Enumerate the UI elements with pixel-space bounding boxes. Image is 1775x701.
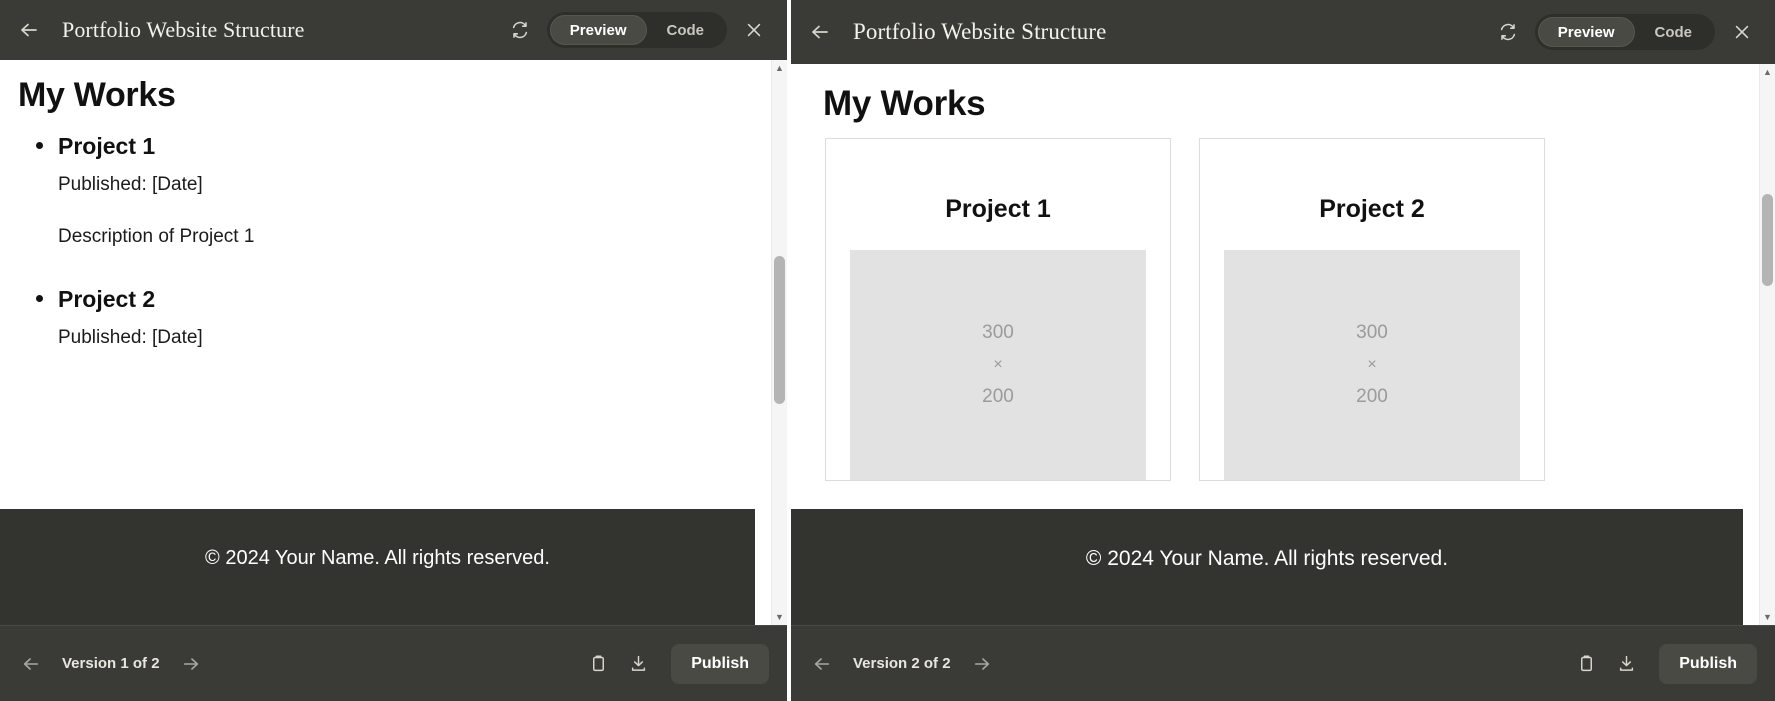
refresh-icon bbox=[1500, 23, 1515, 41]
project-published: Published: [Date] bbox=[58, 327, 203, 348]
project-name: Project 2 bbox=[1319, 195, 1425, 223]
project-card-grid: Project 1 300 × 200 Project 2 300 × 200 bbox=[809, 138, 1741, 481]
rendered-website-left: My Works Project 1 Published: [Date] Des… bbox=[0, 60, 771, 625]
arrow-left-icon bbox=[814, 657, 830, 670]
next-version-button[interactable] bbox=[965, 647, 999, 681]
close-button[interactable] bbox=[1725, 15, 1759, 49]
vertical-scrollbar[interactable]: ▲ ▼ bbox=[771, 60, 787, 625]
back-button[interactable] bbox=[12, 13, 46, 47]
scroll-up-button[interactable]: ▲ bbox=[772, 60, 787, 76]
panel-header-right: Portfolio Website Structure Preview Code bbox=[791, 0, 1775, 64]
rendered-website-right: My Works Project 1 300 × 200 Project 2 3… bbox=[791, 64, 1759, 625]
arrow-right-icon bbox=[974, 657, 989, 670]
list-item: Project 1 Published: [Date] Description … bbox=[36, 129, 753, 278]
previous-version-button[interactable] bbox=[805, 647, 839, 681]
back-button[interactable] bbox=[803, 15, 837, 49]
arrow-left-icon bbox=[21, 23, 37, 37]
website-footer: © 2024 Your Name. All rights reserved. bbox=[791, 509, 1743, 625]
project-card[interactable]: Project 1 300 × 200 bbox=[825, 138, 1171, 481]
close-icon bbox=[747, 23, 761, 37]
project-description: Description of Project 1 bbox=[58, 226, 255, 247]
close-icon bbox=[1735, 25, 1749, 39]
clipboard-icon bbox=[1580, 655, 1592, 672]
clipboard-icon bbox=[592, 655, 604, 672]
placeholder-separator: × bbox=[1367, 356, 1377, 373]
panel-toolbar-right: Version 2 of 2 Publish bbox=[791, 625, 1775, 701]
placeholder-width: 300 bbox=[1356, 322, 1388, 343]
image-placeholder: 300 × 200 bbox=[850, 250, 1146, 480]
tab-code[interactable]: Code bbox=[1635, 17, 1713, 47]
placeholder-height: 200 bbox=[982, 386, 1014, 407]
website-body-left: My Works Project 1 Published: [Date] Des… bbox=[0, 60, 771, 379]
download-icon bbox=[631, 655, 645, 671]
close-button[interactable] bbox=[737, 13, 771, 47]
preview-panel-right: Portfolio Website Structure Preview Code bbox=[791, 0, 1775, 701]
tab-code[interactable]: Code bbox=[647, 15, 725, 45]
preview-panel-left: Portfolio Website Structure Preview Code bbox=[0, 0, 787, 701]
website-body-right: My Works Project 1 300 × 200 Project 2 3… bbox=[791, 64, 1759, 481]
copyright-text: © 2024 Your Name. All rights reserved. bbox=[1085, 547, 1449, 570]
view-mode-toggle[interactable]: Preview Code bbox=[546, 12, 727, 48]
project-name: Project 1 bbox=[945, 195, 1051, 223]
publish-button[interactable]: Publish bbox=[671, 643, 769, 684]
scrollbar-thumb[interactable] bbox=[774, 256, 785, 404]
previous-version-button[interactable] bbox=[14, 647, 48, 681]
list-item: Project 2 Published: [Date] bbox=[36, 282, 753, 379]
project-name: Project 1 bbox=[58, 133, 156, 159]
arrow-left-icon bbox=[23, 657, 39, 670]
next-version-button[interactable] bbox=[174, 647, 208, 681]
placeholder-separator: × bbox=[993, 356, 1003, 373]
refresh-icon bbox=[512, 21, 527, 39]
works-heading: My Works bbox=[823, 84, 986, 123]
placeholder-width: 300 bbox=[982, 322, 1014, 343]
project-list: Project 1 Published: [Date] Description … bbox=[18, 129, 753, 379]
tab-preview[interactable]: Preview bbox=[1537, 17, 1635, 47]
version-label: Version 2 of 2 bbox=[853, 655, 951, 672]
works-heading: My Works bbox=[18, 76, 176, 114]
scroll-down-button[interactable]: ▼ bbox=[1760, 609, 1775, 625]
refresh-button[interactable] bbox=[503, 13, 537, 47]
scroll-up-button[interactable]: ▲ bbox=[1760, 64, 1775, 80]
arrow-left-icon bbox=[812, 25, 828, 39]
version-label: Version 1 of 2 bbox=[62, 655, 160, 672]
copy-button[interactable] bbox=[581, 647, 615, 681]
download-button[interactable] bbox=[1609, 647, 1643, 681]
download-icon bbox=[1619, 655, 1633, 671]
refresh-button[interactable] bbox=[1491, 15, 1525, 49]
scroll-down-button[interactable]: ▼ bbox=[772, 609, 787, 625]
project-card[interactable]: Project 2 300 × 200 bbox=[1199, 138, 1545, 481]
tab-preview[interactable]: Preview bbox=[549, 15, 647, 45]
scrollbar-thumb[interactable] bbox=[1762, 194, 1773, 286]
vertical-scrollbar[interactable]: ▲ ▼ bbox=[1759, 64, 1775, 625]
copy-button[interactable] bbox=[1569, 647, 1603, 681]
arrow-right-icon bbox=[183, 657, 198, 670]
preview-content-right: My Works Project 1 300 × 200 Project 2 3… bbox=[791, 64, 1775, 625]
page-title: Portfolio Website Structure bbox=[62, 17, 305, 42]
website-footer: © 2024 Your Name. All rights reserved. bbox=[0, 509, 755, 625]
copyright-text: © 2024 Your Name. All rights reserved. bbox=[205, 547, 550, 569]
publish-button[interactable]: Publish bbox=[1659, 643, 1757, 684]
image-placeholder: 300 × 200 bbox=[1224, 250, 1520, 480]
panel-header-left: Portfolio Website Structure Preview Code bbox=[0, 0, 787, 60]
page-title: Portfolio Website Structure bbox=[853, 19, 1107, 44]
project-published: Published: [Date] bbox=[58, 174, 203, 195]
download-button[interactable] bbox=[621, 647, 655, 681]
view-mode-toggle[interactable]: Preview Code bbox=[1534, 14, 1715, 50]
project-name: Project 2 bbox=[58, 286, 156, 312]
placeholder-height: 200 bbox=[1356, 386, 1388, 407]
app-root: Portfolio Website Structure Preview Code bbox=[0, 0, 1775, 701]
panel-toolbar-left: Version 1 of 2 Publish bbox=[0, 625, 787, 701]
preview-content-left: My Works Project 1 Published: [Date] Des… bbox=[0, 60, 787, 625]
